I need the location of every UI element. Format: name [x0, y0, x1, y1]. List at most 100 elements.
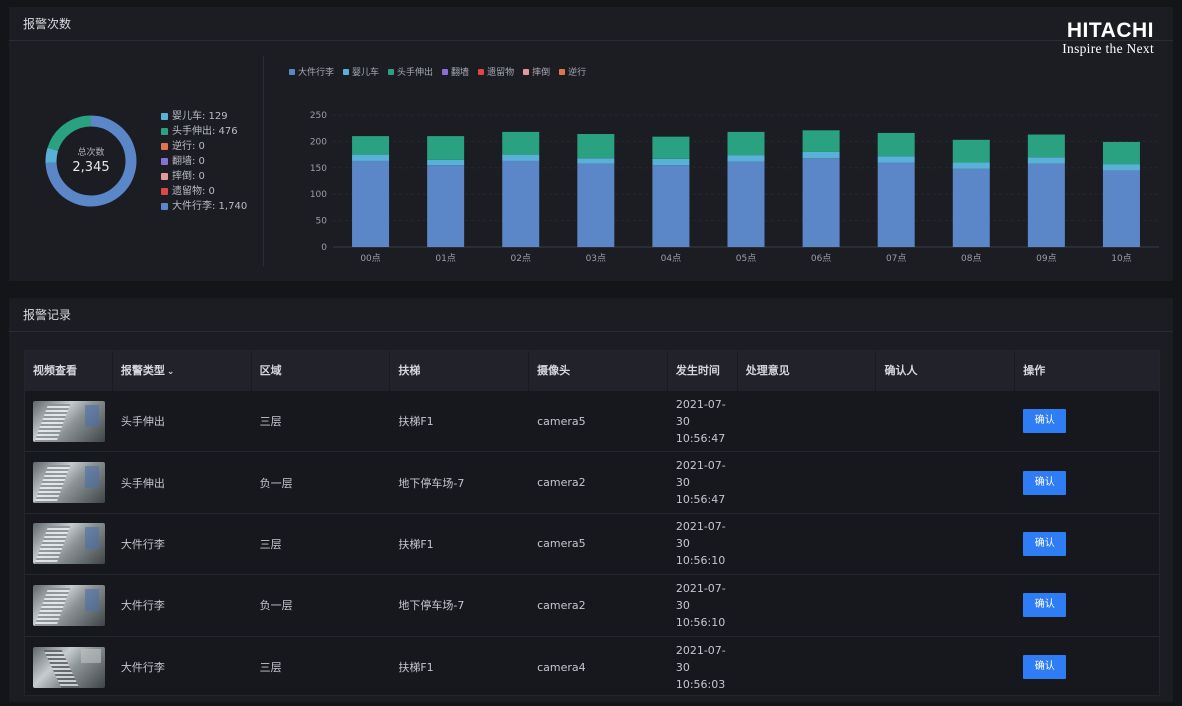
legend-label: 遗留物	[487, 68, 515, 78]
video-thumbnail[interactable]	[33, 646, 105, 688]
legend-swatch	[161, 158, 168, 165]
legend-label: 婴儿车	[352, 68, 380, 78]
donut-legend-item[interactable]: 翻墙: 0	[161, 154, 247, 169]
legend-label: 头手伸出	[397, 68, 434, 78]
bar-segment	[877, 132, 915, 157]
x-tick-label: 03点	[586, 253, 606, 263]
donut-legend-item[interactable]: 逆行: 0	[161, 139, 247, 154]
hourly-bar-chart: 250 200 150 100 50 0 00点 01点 02点 03点 04点 05点 06点 07点 0…	[310, 111, 1159, 263]
x-tick-label: 01点	[435, 253, 455, 263]
chart-legend-item[interactable]: 逆行	[559, 65, 586, 78]
donut-legend-item[interactable]: 头手伸出: 476	[161, 124, 247, 139]
confirm-button[interactable]: 确认	[1023, 655, 1067, 680]
sort-chevron-icon[interactable]: ⌄	[167, 367, 175, 377]
legend-label: 头手伸出: 476	[172, 126, 238, 137]
y-tick-label: 200	[310, 137, 327, 147]
y-tick-label: 0	[321, 243, 327, 253]
video-thumbnail[interactable]	[33, 462, 105, 504]
legend-label: 摔倒	[532, 68, 551, 78]
confirm-button[interactable]: 确认	[1023, 531, 1067, 556]
confirm-button[interactable]: 确认	[1023, 470, 1067, 495]
alarm-records-title: 报警记录	[9, 298, 1173, 332]
bar-segment	[727, 161, 765, 247]
x-tick-label: 05点	[736, 253, 756, 263]
col-time: 发生时间	[668, 351, 738, 391]
col-escalator: 扶梯	[390, 351, 530, 391]
bar-segment	[727, 131, 765, 156]
table-row: 大件行李 负一层 地下停车场-7 camera2 2021-07-30 10:56…	[25, 575, 1159, 637]
bar-segment	[577, 163, 615, 247]
bar-segment	[1102, 141, 1140, 165]
chart-legend-item[interactable]: 婴儿车	[343, 65, 379, 78]
bar-segment	[352, 154, 390, 161]
bar-segment	[1102, 170, 1140, 247]
occur-time: 2021-07-30 10:56:03	[668, 642, 738, 693]
bar-segment	[877, 156, 915, 163]
bar-segment	[427, 136, 465, 160]
col-action: 操作	[1023, 364, 1046, 377]
occur-date: 2021-07-30	[675, 520, 726, 551]
hitachi-logo: HITACHI Inspire the Next	[1062, 20, 1154, 56]
chart-legend-item[interactable]: 大件行李	[289, 65, 334, 78]
confirm-button[interactable]: 确认	[1023, 593, 1067, 618]
escalator: 地下停车场-7	[398, 476, 465, 490]
legend-label: 遗留物: 0	[172, 186, 215, 197]
alarm-type: 大件行李	[120, 661, 165, 675]
area: 负一层	[259, 599, 293, 613]
table-row: 大件行李 三层 扶梯F1 camera4 2021-07-30 10:56:03 …	[25, 637, 1159, 698]
bar-segment	[502, 154, 540, 161]
x-tick-label: 06点	[811, 253, 831, 263]
legend-label: 婴儿车: 129	[172, 111, 228, 122]
legend-swatch	[343, 68, 350, 75]
bar-segment	[1102, 164, 1140, 171]
legend-swatch	[161, 173, 168, 180]
donut-legend-item[interactable]: 遗留物: 0	[161, 184, 247, 199]
alarm-type: 大件行李	[120, 599, 165, 613]
bar-segment	[952, 168, 990, 247]
legend-label: 摔倒: 0	[172, 171, 205, 182]
chart-legend-item[interactable]: 翻墙	[442, 65, 469, 78]
video-thumbnail[interactable]	[33, 584, 105, 626]
legend-swatch	[478, 68, 485, 75]
donut-legend-item[interactable]: 摔倒: 0	[161, 169, 247, 184]
occur-date: 2021-07-30	[675, 397, 726, 428]
camera: camera2	[537, 598, 586, 612]
occur-clock: 10:56:10	[675, 615, 726, 629]
chart-legend-item[interactable]: 头手伸出	[388, 65, 433, 78]
bar-segment	[427, 165, 465, 247]
bar-segment	[577, 158, 615, 164]
video-thumbnail[interactable]	[33, 523, 105, 565]
logo-name: HITACHI	[1066, 19, 1154, 42]
x-tick-label: 08点	[961, 253, 981, 263]
bar-segment	[802, 151, 840, 159]
video-thumbnail[interactable]	[33, 400, 105, 442]
bar-segment	[652, 165, 690, 247]
x-tick-label: 00点	[360, 253, 380, 263]
legend-swatch	[161, 143, 168, 150]
legend-swatch	[161, 113, 168, 120]
donut-legend-item[interactable]: 婴儿车: 129	[161, 109, 247, 124]
confirm-button[interactable]: 确认	[1023, 409, 1067, 434]
chart-legend-item[interactable]: 遗留物	[478, 65, 514, 78]
col-confirmer: 确认人	[876, 351, 1016, 391]
logo-tagline: Inspire the Next	[1062, 41, 1154, 56]
legend-swatch	[161, 188, 168, 195]
bar-segment	[802, 130, 840, 152]
x-tick-label: 07点	[886, 253, 906, 263]
donut-svg	[45, 115, 137, 207]
legend-label: 逆行: 0	[172, 141, 205, 152]
alarm-records-panel: 报警记录 视频查看 报警类型 ⌄ 区域 扶梯 摄像头 发生时间 处理意见 确认人 …	[9, 298, 1173, 702]
donut-legend-item[interactable]: 大件行李: 1,740	[161, 199, 247, 214]
y-tick-label: 100	[310, 190, 327, 200]
legend-swatch	[161, 128, 168, 135]
col-alarm-type[interactable]: 报警类型 ⌄	[113, 351, 252, 391]
chart-legend-item[interactable]: 摔倒	[523, 65, 550, 78]
x-tick-label: 10点	[1111, 253, 1131, 263]
table-row: 头手伸出 负一层 地下停车场-7 camera2 2021-07-30 10:56…	[25, 452, 1159, 514]
bar-segment	[952, 139, 990, 163]
legend-swatch	[523, 68, 530, 75]
legend-label: 大件行李	[298, 68, 335, 78]
y-tick-label: 50	[316, 217, 328, 227]
camera: camera5	[537, 414, 586, 428]
legend-swatch	[161, 203, 168, 210]
